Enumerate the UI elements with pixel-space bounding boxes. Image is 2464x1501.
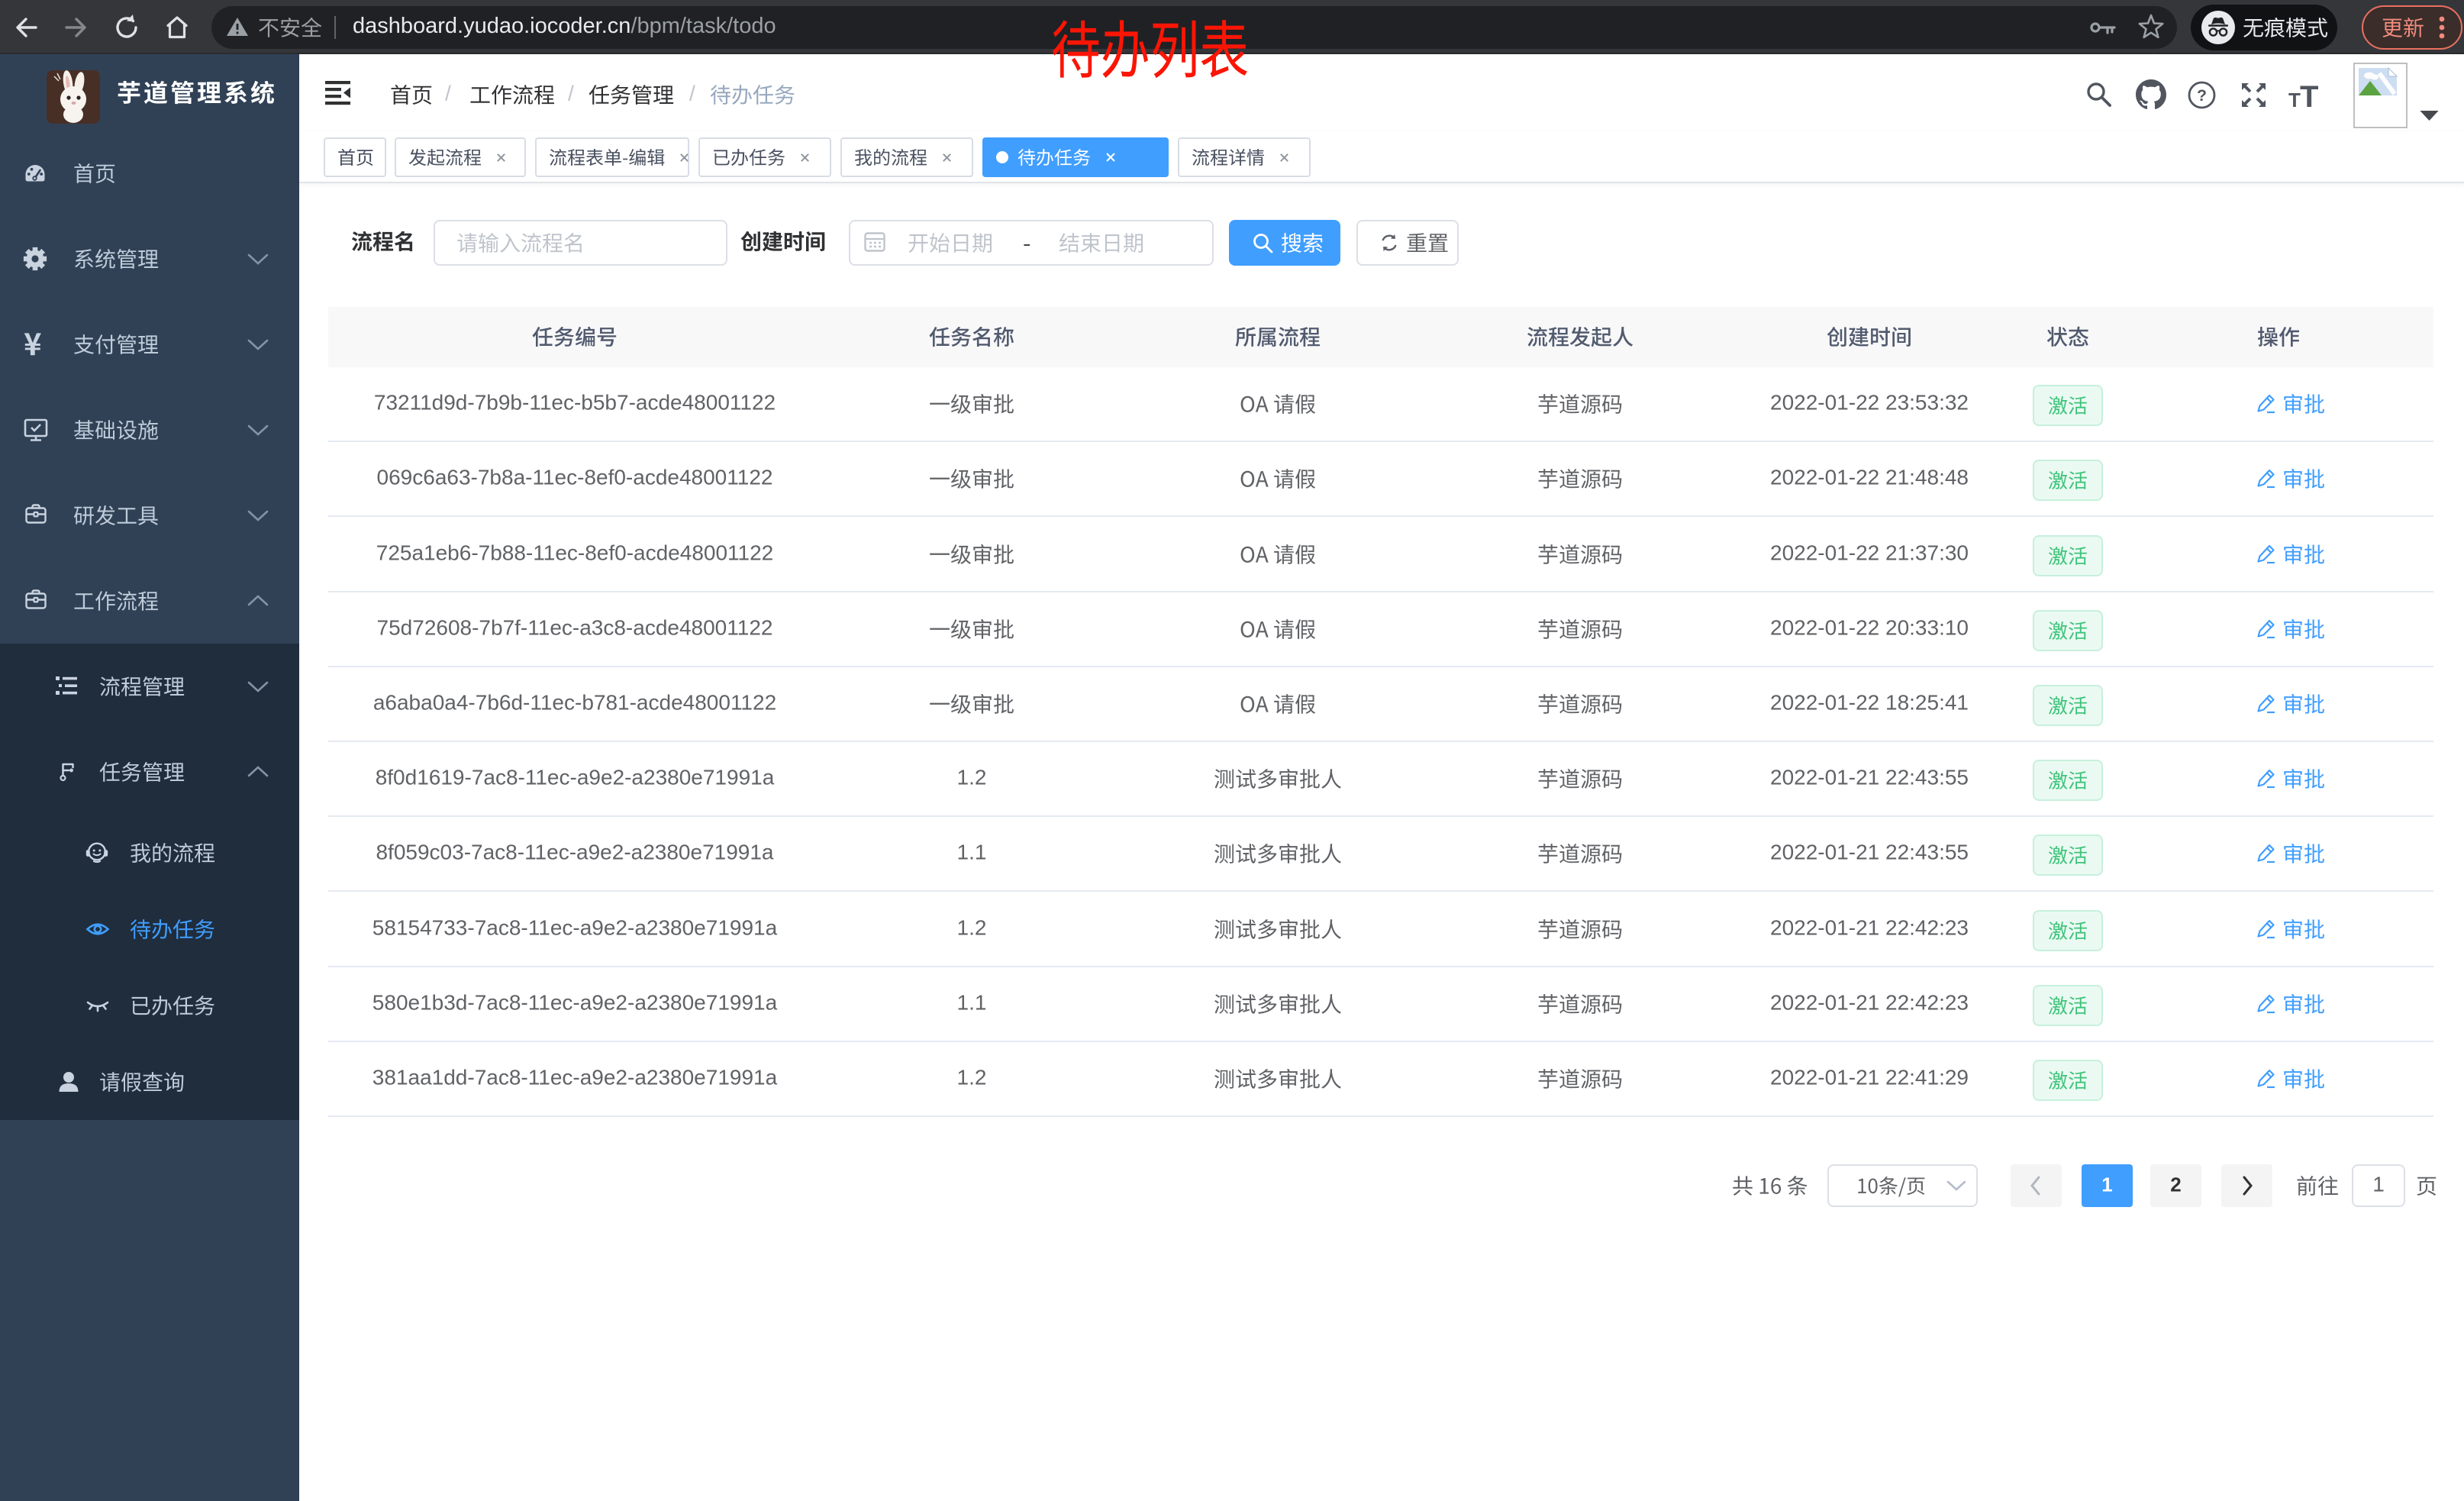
svg-text:?: ? xyxy=(2197,87,2207,105)
svg-text:T: T xyxy=(2300,80,2318,110)
svg-text:T: T xyxy=(2288,89,2301,110)
